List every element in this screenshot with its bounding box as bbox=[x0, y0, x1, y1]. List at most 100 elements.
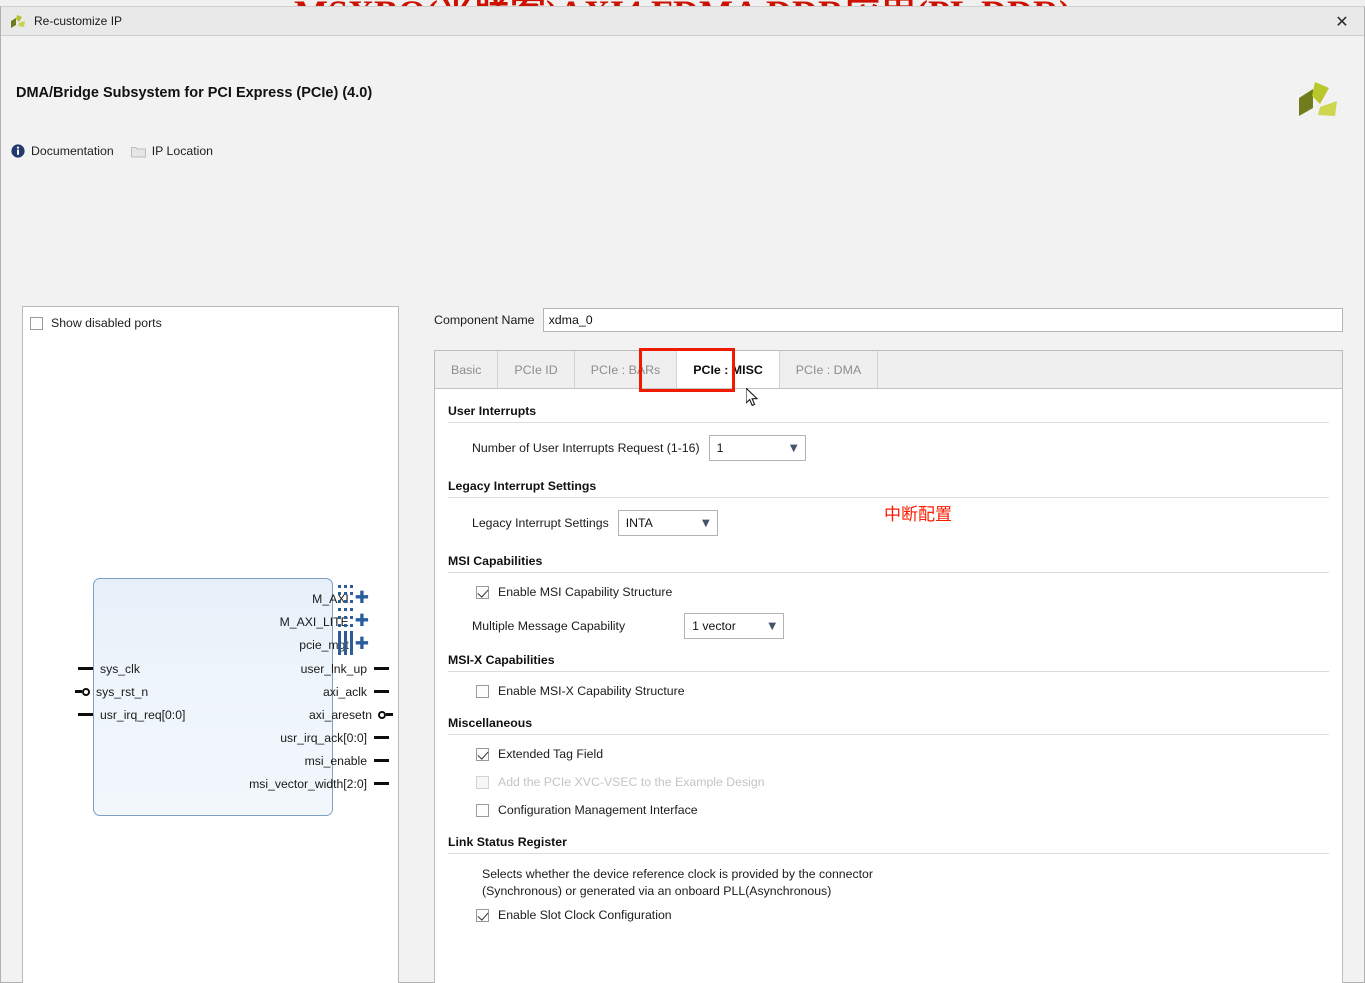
legacy-interrupt-label: Legacy Interrupt Settings bbox=[472, 516, 609, 530]
show-disabled-ports-checkbox[interactable]: Show disabled ports bbox=[30, 316, 162, 330]
num-user-interrupts-select[interactable]: 1 ▼ bbox=[708, 435, 806, 461]
port-sys-clk-label: sys_clk bbox=[100, 661, 140, 676]
section-msix: MSI-X Capabilities Enable MSI-X Capabili… bbox=[448, 653, 1329, 698]
active-low-bubble-icon bbox=[82, 687, 90, 696]
section-miscellaneous-title: Miscellaneous bbox=[448, 716, 533, 730]
legacy-interrupt-select[interactable]: INTA ▼ bbox=[617, 510, 718, 536]
section-link-status-title: Link Status Register bbox=[448, 835, 567, 849]
port-stub-icon bbox=[75, 690, 82, 693]
ip-symbol-panel: Show disabled ports M_AXI ✚ M_AXI_LITE ✚… bbox=[22, 306, 399, 983]
multiple-message-capability-value: 1 vector bbox=[692, 619, 736, 633]
port-axi-aclk-label: axi_aclk bbox=[322, 684, 367, 699]
port-msi-enable-label: msi_enable bbox=[304, 753, 367, 768]
port-axi-aresetn-label: axi_aresetn bbox=[308, 707, 372, 722]
tab-pcie-dma[interactable]: PCIe : DMA bbox=[779, 351, 879, 388]
config-management-interface-label: Configuration Management Interface bbox=[498, 803, 698, 817]
port-axi-aresetn: axi_aresetn bbox=[309, 703, 393, 726]
port-stub-icon bbox=[374, 690, 389, 693]
port-sys-clk: sys_clk bbox=[78, 657, 140, 680]
xvc-vsec-label: Add the PCIe XVC-VSEC to the Example Des… bbox=[498, 775, 765, 789]
xilinx-brand-logo-icon bbox=[1299, 82, 1337, 116]
enable-msi-label: Enable MSI Capability Structure bbox=[498, 585, 673, 599]
legacy-interrupt-value: INTA bbox=[625, 516, 653, 530]
section-link-status: Link Status Register Selects whether the… bbox=[448, 835, 1329, 922]
tab-basic[interactable]: Basic bbox=[435, 351, 499, 388]
tab-pcie-misc[interactable]: PCIe : MISC bbox=[677, 351, 780, 388]
slot-clock-help-line2: (Synchronous) or generated via an onboar… bbox=[482, 884, 832, 898]
component-name-input[interactable]: xdma_0 bbox=[542, 308, 1343, 332]
xvc-vsec-box bbox=[476, 775, 489, 789]
enable-slot-clock-label: Enable Slot Clock Configuration bbox=[498, 908, 672, 922]
port-msi-vector-width: msi_vector_width[2:0] bbox=[249, 772, 389, 795]
tabstrip-filler bbox=[878, 351, 1342, 388]
component-name-row: Component Name xdma_0 bbox=[434, 308, 1343, 332]
num-user-interrupts-row: Number of User Interrupts Request (1-16)… bbox=[448, 435, 1329, 461]
port-stub-icon bbox=[78, 667, 93, 670]
port-usr-irq-req-label: usr_irq_req[0:0] bbox=[100, 707, 186, 722]
show-disabled-ports-box bbox=[30, 316, 43, 330]
config-panel: Component Name xdma_0 Basic PCIe ID PCIe… bbox=[434, 308, 1343, 983]
port-axi-aclk: axi_aclk bbox=[323, 680, 389, 703]
extended-tag-field-label: Extended Tag Field bbox=[498, 747, 604, 761]
port-stub-icon bbox=[374, 782, 389, 785]
active-low-bubble-icon bbox=[378, 710, 386, 719]
show-disabled-ports-label: Show disabled ports bbox=[51, 316, 162, 330]
slot-clock-help-line1: Selects whether the device reference clo… bbox=[482, 867, 873, 881]
component-name-label: Component Name bbox=[434, 313, 535, 327]
tab-container: Basic PCIe ID PCIe : BARs PCIe : MISC PC… bbox=[434, 348, 1343, 983]
extended-tag-field-checkbox[interactable]: Extended Tag Field bbox=[448, 747, 1329, 761]
port-stub-icon bbox=[78, 713, 93, 716]
recustomize-ip-dialog: Re-customize IP ✕ DMA/Bridge Subsystem f… bbox=[0, 6, 1365, 983]
num-user-interrupts-label: Number of User Interrupts Request (1-16) bbox=[472, 441, 700, 455]
ip-title: DMA/Bridge Subsystem for PCI Express (PC… bbox=[16, 85, 373, 101]
section-user-interrupts-title: User Interrupts bbox=[448, 404, 537, 418]
multiple-message-capability-select[interactable]: 1 vector ▼ bbox=[684, 613, 785, 639]
chevron-down-icon: ▼ bbox=[789, 442, 798, 454]
port-stub-icon bbox=[386, 713, 393, 716]
tab-pcie-id[interactable]: PCIe ID bbox=[498, 351, 575, 388]
chevron-down-icon: ▼ bbox=[768, 620, 777, 632]
dialog-title: Re-customize IP bbox=[34, 14, 123, 28]
tabstrip: Basic PCIe ID PCIe : BARs PCIe : MISC PC… bbox=[435, 351, 1342, 389]
extended-tag-field-box bbox=[476, 747, 489, 761]
config-management-interface-box bbox=[476, 803, 489, 817]
section-user-interrupts: User Interrupts Number of User Interrupt… bbox=[448, 404, 1329, 461]
section-divider bbox=[448, 671, 1329, 672]
enable-msix-checkbox[interactable]: Enable MSI-X Capability Structure bbox=[448, 684, 1329, 698]
section-divider bbox=[448, 734, 1329, 735]
port-stub-icon bbox=[374, 759, 389, 762]
close-icon[interactable]: ✕ bbox=[1320, 7, 1364, 35]
enable-msi-checkbox[interactable]: Enable MSI Capability Structure bbox=[448, 585, 1329, 599]
enable-msix-box bbox=[476, 684, 489, 698]
port-sys-rst-n: sys_rst_n bbox=[75, 680, 148, 703]
port-msi-vector-width-label: msi_vector_width[2:0] bbox=[249, 776, 367, 791]
dialog-header: DMA/Bridge Subsystem for PCI Express (PC… bbox=[1, 36, 1364, 158]
port-usr-irq-req: usr_irq_req[0:0] bbox=[78, 703, 185, 726]
section-divider bbox=[448, 422, 1329, 423]
mouse-cursor-icon bbox=[746, 388, 759, 407]
ip-block-diagram: M_AXI ✚ M_AXI_LITE ✚ pcie_mgt ✚ user_lnk… bbox=[51, 569, 393, 819]
screenshot-root: MSXBO(米联客)AXI4 FDMA DDR应用(PL DDR) Re-cus… bbox=[0, 0, 1365, 983]
port-usr-irq-ack-label: usr_irq_ack[0:0] bbox=[280, 730, 367, 745]
bus-connector-icon bbox=[338, 585, 353, 655]
tab-pcie-bars[interactable]: PCIe : BARs bbox=[574, 351, 678, 388]
multiple-message-capability-label: Multiple Message Capability bbox=[472, 619, 626, 633]
interrupt-config-annotation: 中断配置 bbox=[884, 505, 952, 525]
port-stub-icon bbox=[374, 736, 389, 739]
section-divider bbox=[448, 572, 1329, 573]
enable-msi-box bbox=[476, 585, 489, 599]
section-msi-title: MSI Capabilities bbox=[448, 554, 543, 568]
enable-msix-label: Enable MSI-X Capability Structure bbox=[498, 684, 685, 698]
multiple-message-capability-row: Multiple Message Capability 1 vector ▼ bbox=[448, 613, 1329, 639]
xvc-vsec-checkbox: Add the PCIe XVC-VSEC to the Example Des… bbox=[448, 775, 1329, 789]
section-msix-title: MSI-X Capabilities bbox=[448, 653, 555, 667]
config-management-interface-checkbox[interactable]: Configuration Management Interface bbox=[448, 803, 1329, 817]
port-sys-rst-n-label: sys_rst_n bbox=[96, 684, 149, 699]
port-usr-irq-ack: usr_irq_ack[0:0] bbox=[280, 726, 389, 749]
enable-slot-clock-checkbox[interactable]: Enable Slot Clock Configuration bbox=[448, 908, 1329, 922]
section-divider bbox=[448, 497, 1329, 498]
num-user-interrupts-value: 1 bbox=[716, 441, 724, 455]
chevron-down-icon: ▼ bbox=[702, 517, 710, 529]
port-user-lnk-up: user_lnk_up bbox=[301, 657, 389, 680]
port-msi-enable: msi_enable bbox=[305, 749, 389, 772]
